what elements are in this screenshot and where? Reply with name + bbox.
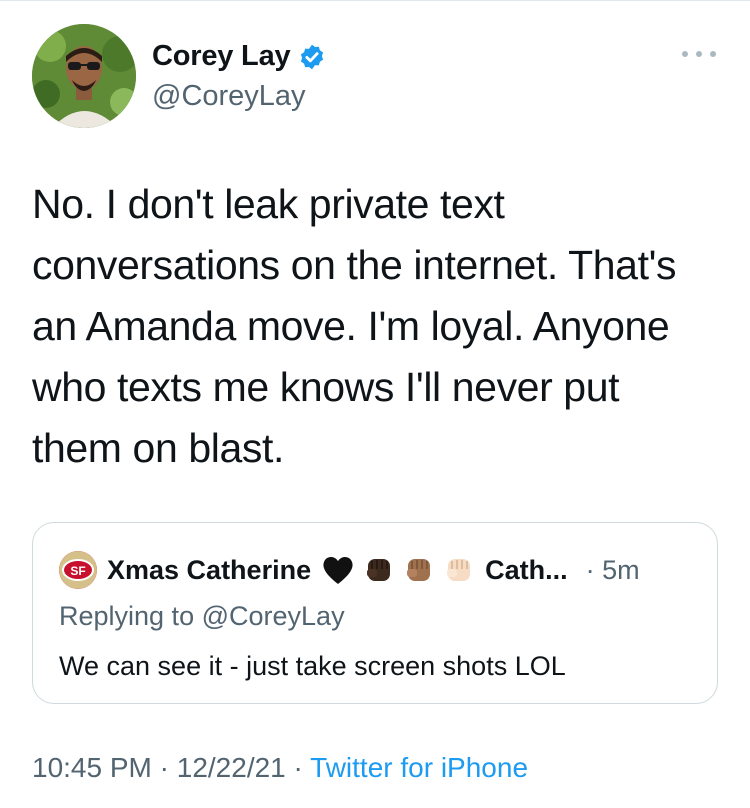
quoted-author-name[interactable]: Xmas Catherine (107, 555, 311, 586)
raised-fist-medium-icon (407, 559, 431, 581)
tweet-time[interactable]: 10:45 PM (32, 752, 152, 783)
quoted-author-emojis (321, 553, 483, 587)
quoted-tweet-header: SF Xmas Catherine Cath... · 5m (59, 551, 640, 589)
replying-to: Replying to @CoreyLay (59, 601, 345, 632)
tweet-meta: 10:45 PM · 12/22/21 · Twitter for iPhone (32, 752, 528, 784)
tweet-source-link[interactable]: Twitter for iPhone (310, 752, 528, 783)
quoted-tweet-card[interactable]: SF Xmas Catherine Cath... · 5m Replying … (32, 522, 718, 704)
raised-fist-dark-icon (367, 559, 391, 581)
replying-to-label: Replying to (59, 601, 195, 631)
quoted-time-value: 5m (602, 554, 640, 585)
quoted-tweet-text: We can see it - just take screen shots L… (59, 651, 566, 681)
black-heart-icon (323, 556, 353, 584)
author-handle[interactable]: @CoreyLay (152, 80, 306, 113)
tweet-date[interactable]: 12/22/21 (177, 752, 286, 783)
author-avatar[interactable] (32, 24, 136, 128)
meta-separator: · (293, 752, 303, 783)
author-name-row: Corey Lay (152, 40, 326, 73)
more-options-icon[interactable] (682, 46, 716, 62)
svg-text:SF: SF (70, 564, 85, 578)
verified-badge-icon (298, 43, 326, 71)
quoted-author-avatar[interactable]: SF (59, 551, 97, 589)
author-name[interactable]: Corey Lay (152, 40, 291, 73)
quoted-author-name-suffix[interactable]: Cath... (485, 555, 568, 586)
meta-separator: · (159, 752, 169, 783)
quoted-tweet-time: · 5m (586, 555, 640, 586)
top-divider (0, 0, 750, 1)
raised-fist-light-icon (447, 559, 471, 581)
replying-to-handle-link[interactable]: @CoreyLay (202, 601, 345, 631)
separator: · (585, 554, 595, 585)
tweet-text: No. I don't leak private text conversati… (32, 181, 677, 471)
